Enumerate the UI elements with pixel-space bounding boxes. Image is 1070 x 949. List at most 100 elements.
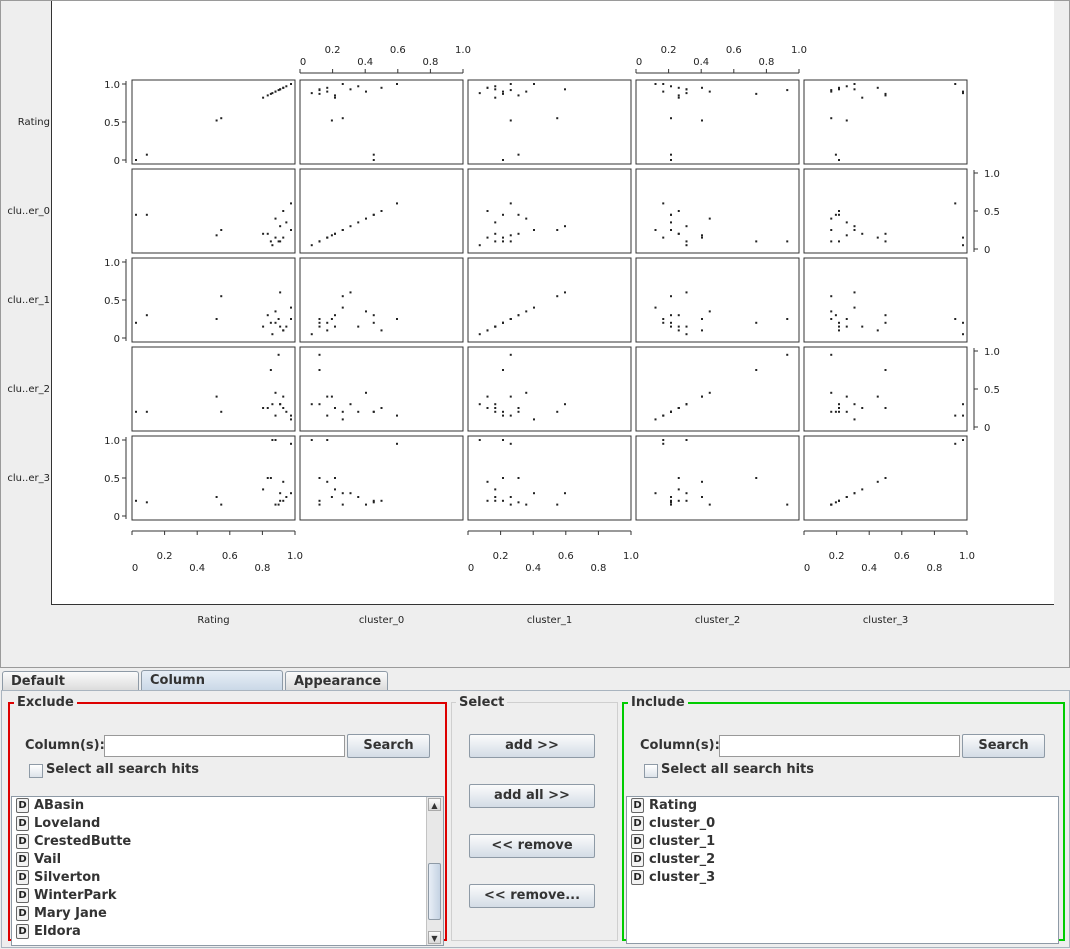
scatter-point	[838, 88, 840, 91]
include-list[interactable]: D Rating Dcluster_0 Dcluster_1 Dcluster_2 Dcl…	[626, 796, 1059, 944]
y-tick-label: 1.0	[984, 347, 1000, 358]
scroll-thumb[interactable]	[428, 863, 441, 920]
y-tick-label: 0.5	[984, 385, 1000, 396]
exclude-list-item[interactable]: D ABasin	[12, 797, 443, 815]
exclude-select-all-checkbox[interactable]	[29, 764, 43, 778]
scatter-cell	[299, 346, 464, 432]
scatter-point	[318, 318, 321, 320]
scatter-point	[502, 159, 504, 161]
scatter-point	[685, 88, 688, 91]
scroll-down-icon[interactable]: ▼	[428, 931, 441, 944]
remove-button[interactable]: << remove	[469, 834, 595, 858]
exclude-list-item[interactable]: D Loveland	[12, 815, 443, 833]
scatter-point	[285, 496, 288, 498]
scatter-point	[654, 492, 657, 495]
remove-all-button[interactable]: << remove...	[469, 884, 595, 908]
add-button[interactable]: add >>	[469, 734, 595, 758]
column-label: cluster_1	[527, 615, 572, 626]
scatter-cell	[803, 79, 968, 165]
scatter-point	[282, 236, 285, 239]
exclude-list-item[interactable]: D Eldora	[12, 923, 443, 941]
scatter-point	[861, 488, 864, 491]
scatter-point	[662, 321, 665, 324]
scatter-point	[853, 291, 856, 294]
x-tick-label: 1.0	[623, 551, 639, 562]
scatter-point	[274, 90, 277, 93]
exclude-search-input[interactable]	[104, 735, 345, 757]
scatter-point	[876, 395, 879, 398]
include-list-item[interactable]: Dcluster_3	[627, 869, 1058, 887]
scatter-point	[494, 496, 497, 498]
include-list-item[interactable]: Dcluster_1	[627, 833, 1058, 851]
exclude-search-button[interactable]: Search	[347, 734, 430, 758]
scatter-point	[670, 85, 672, 88]
scatter-point	[685, 291, 688, 294]
include-search-input[interactable]	[719, 735, 960, 757]
y-tick-label: 0	[114, 156, 120, 167]
scatter-point	[708, 391, 711, 394]
scatter-point	[685, 225, 688, 228]
scatter-point	[326, 395, 329, 398]
add-all-button[interactable]: add all >>	[469, 784, 595, 808]
tab-default-settings[interactable]: Default Settings	[2, 671, 139, 708]
scatter-point	[215, 318, 218, 320]
column-label: cluster_3	[863, 615, 908, 626]
include-select-all-checkbox[interactable]	[644, 764, 658, 778]
scatter-point	[502, 240, 504, 243]
scatter-point	[365, 217, 367, 220]
exclude-list[interactable]: D ABasin D Loveland D CrestedButte D Vail D Silve…	[11, 796, 444, 946]
scatter-point	[341, 83, 344, 85]
scatter-point	[334, 232, 336, 235]
scatter-point	[830, 391, 833, 394]
scatter-point	[282, 480, 285, 483]
scatter-point	[262, 232, 265, 235]
scatter-point	[845, 325, 848, 328]
scatter-point	[318, 369, 321, 371]
scatter-point	[372, 213, 375, 216]
y-tick-label: 0.5	[104, 296, 120, 307]
include-list-item[interactable]: Dcluster_2	[627, 851, 1058, 869]
scatter-point	[564, 88, 566, 91]
scatter-point	[845, 496, 848, 498]
scatter-point	[326, 236, 329, 239]
scatter-point	[349, 225, 352, 228]
column-label: cluster_2	[695, 615, 740, 626]
scatter-point	[269, 369, 272, 371]
include-list-item[interactable]: Dcluster_0	[627, 815, 1058, 833]
scatter-point	[564, 291, 566, 294]
exclude-list-item[interactable]: D WinterPark	[12, 887, 443, 905]
include-search-button[interactable]: Search	[962, 734, 1045, 758]
scatter-point	[279, 225, 282, 228]
scatter-point	[279, 325, 282, 328]
x-tick-label: 0.4	[525, 563, 541, 574]
exclude-item-label: Silverton	[34, 870, 101, 885]
tab-appearance[interactable]: Appearance	[285, 671, 388, 690]
scatter-point	[838, 410, 840, 413]
scroll-up-icon[interactable]: ▲	[428, 798, 441, 811]
scatter-point	[830, 117, 833, 120]
scatter-point	[838, 210, 840, 212]
exclude-list-item[interactable]: D CrestedButte	[12, 833, 443, 851]
exclude-item-label: WinterPark	[34, 888, 117, 903]
x-tick-label: 0.4	[189, 563, 205, 574]
exclude-panel: Exclude Column(s): Search Select all sea…	[8, 695, 447, 946]
scatter-point	[884, 94, 887, 97]
exclude-scrollbar[interactable]: ▲ ▼	[426, 797, 443, 945]
exclude-list-item[interactable]: D Silverton	[12, 869, 443, 887]
scatter-point	[486, 395, 489, 398]
exclude-list-item[interactable]: D Vail	[12, 851, 443, 869]
scatter-point	[677, 210, 680, 212]
include-column-label: Column(s):	[640, 738, 720, 753]
tab-column-selection[interactable]: Column Selection	[141, 670, 283, 707]
exclude-list-item[interactable]: D Mary Jane	[12, 905, 443, 923]
scatter-point	[145, 153, 148, 156]
x-tick-label: 0.2	[157, 551, 173, 562]
scatter-point	[494, 240, 497, 243]
scatter-point	[282, 86, 285, 89]
scatter-cell	[467, 79, 632, 165]
include-list-item[interactable]: D Rating	[627, 797, 1058, 815]
scatter-point	[326, 329, 329, 332]
scatter-point	[494, 403, 497, 406]
row-label: clu..er_0	[7, 206, 50, 217]
scatter-point	[662, 236, 665, 239]
